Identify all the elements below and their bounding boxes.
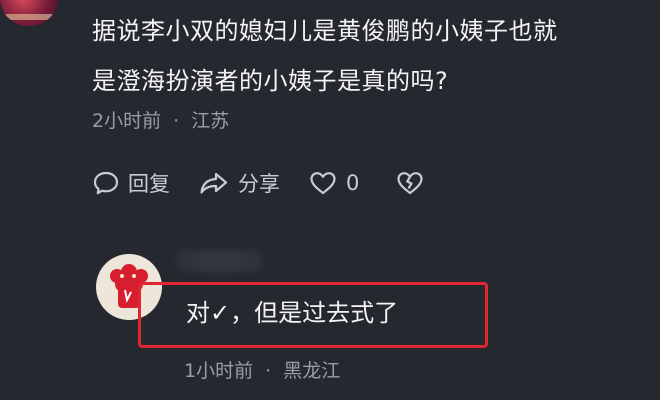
comment-location: 江苏 [191, 110, 230, 132]
share-label: 分享 [238, 172, 280, 196]
like-count: 0 [346, 171, 360, 195]
avatar-decoration [0, 14, 58, 20]
comment-line-1: 据说李小双的媳妇儿是黄俊鹏的小姨子也就 [92, 17, 558, 45]
reply-username-blurred [176, 250, 262, 272]
comment-meta: 2小时前 · 江苏 [92, 106, 229, 133]
meta-separator: · [265, 360, 272, 382]
share-button[interactable]: 分享 [198, 168, 280, 198]
meta-separator: · [173, 110, 180, 132]
comment-body: 据说李小双的媳妇儿是黄俊鹏的小姨子也就 是澄海扮演者的小姨子是真的吗? [92, 6, 632, 106]
comment-actions: 回复 分享 0 [92, 168, 461, 198]
reply-button[interactable]: 回复 [92, 168, 170, 198]
commenter-avatar[interactable] [0, 0, 58, 26]
reply-body: 对✓，但是过去式了 [186, 299, 399, 327]
dislike-button[interactable] [395, 169, 433, 197]
reply-label: 回复 [128, 172, 170, 196]
reply-location: 黑龙江 [283, 360, 341, 382]
heart-icon [310, 172, 336, 195]
reply-time: 1小时前 [184, 360, 254, 382]
comment-line-2: 是澄海扮演者的小姨子是真的吗? [92, 67, 449, 95]
reply-meta: 1小时前 · 黑龙江 [184, 356, 340, 383]
broken-heart-icon [397, 172, 423, 195]
comment-bubble-icon [93, 171, 119, 195]
share-arrow-icon [200, 172, 228, 194]
like-button[interactable]: 0 [308, 169, 359, 197]
comment-time: 2小时前 [92, 110, 162, 132]
